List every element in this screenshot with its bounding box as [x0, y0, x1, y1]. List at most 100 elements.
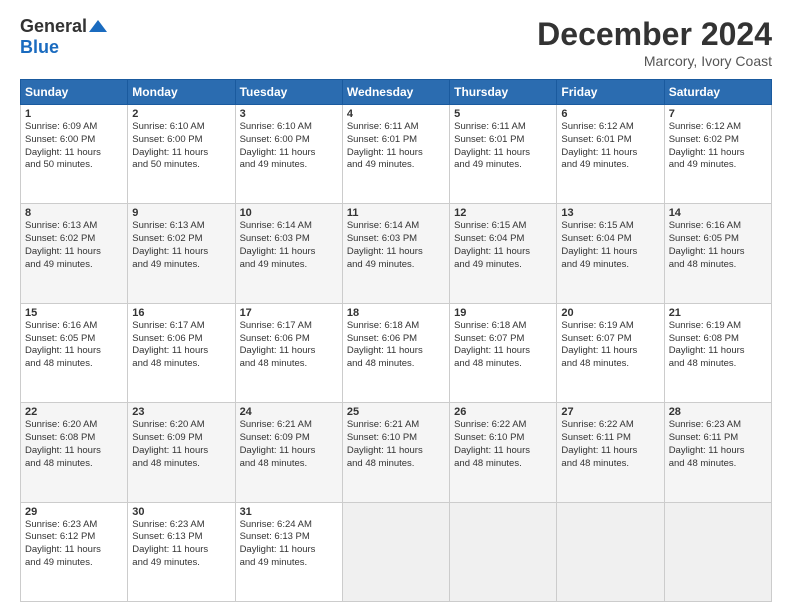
logo-icon — [89, 20, 107, 32]
cell-line: Sunset: 6:05 PM — [25, 333, 123, 346]
cell-line: and 48 minutes. — [454, 458, 552, 471]
logo: General Blue — [20, 16, 107, 58]
cell-line: Sunset: 6:09 PM — [240, 432, 338, 445]
cell-info: Sunrise: 6:15 AMSunset: 6:04 PMDaylight:… — [454, 220, 552, 271]
cell-line: Sunrise: 6:13 AM — [132, 220, 230, 233]
cell-line: Sunset: 6:04 PM — [454, 233, 552, 246]
cell-line: Sunrise: 6:12 AM — [669, 121, 767, 134]
cell-info: Sunrise: 6:16 AMSunset: 6:05 PMDaylight:… — [25, 320, 123, 371]
cell-line: and 49 minutes. — [240, 557, 338, 570]
cell-line: and 49 minutes. — [561, 259, 659, 272]
calendar-cell: 15Sunrise: 6:16 AMSunset: 6:05 PMDayligh… — [21, 303, 128, 402]
cell-info: Sunrise: 6:23 AMSunset: 6:12 PMDaylight:… — [25, 519, 123, 570]
cell-line: Sunset: 6:01 PM — [561, 134, 659, 147]
day-number: 27 — [561, 406, 659, 418]
day-number: 10 — [240, 207, 338, 219]
cell-info: Sunrise: 6:22 AMSunset: 6:10 PMDaylight:… — [454, 419, 552, 470]
cell-line: and 49 minutes. — [25, 259, 123, 272]
cell-line: Daylight: 11 hours — [240, 246, 338, 259]
calendar-week-row: 22Sunrise: 6:20 AMSunset: 6:08 PMDayligh… — [21, 403, 772, 502]
cell-line: Sunrise: 6:13 AM — [25, 220, 123, 233]
calendar-cell: 14Sunrise: 6:16 AMSunset: 6:05 PMDayligh… — [664, 204, 771, 303]
cell-info: Sunrise: 6:19 AMSunset: 6:07 PMDaylight:… — [561, 320, 659, 371]
cell-line: and 48 minutes. — [347, 358, 445, 371]
logo-blue-text: Blue — [20, 37, 59, 57]
calendar-cell: 29Sunrise: 6:23 AMSunset: 6:12 PMDayligh… — [21, 502, 128, 601]
day-number: 30 — [132, 506, 230, 518]
day-number: 25 — [347, 406, 445, 418]
day-number: 20 — [561, 307, 659, 319]
day-number: 16 — [132, 307, 230, 319]
cell-line: Sunrise: 6:23 AM — [669, 419, 767, 432]
cell-line: Sunset: 6:04 PM — [561, 233, 659, 246]
cell-info: Sunrise: 6:23 AMSunset: 6:13 PMDaylight:… — [132, 519, 230, 570]
cell-line: Daylight: 11 hours — [132, 445, 230, 458]
calendar-day-header: Monday — [128, 80, 235, 105]
title-block: December 2024 Marcory, Ivory Coast — [537, 16, 772, 69]
cell-line: Daylight: 11 hours — [561, 345, 659, 358]
cell-line: Sunset: 6:13 PM — [240, 531, 338, 544]
calendar-cell: 28Sunrise: 6:23 AMSunset: 6:11 PMDayligh… — [664, 403, 771, 502]
calendar-day-header: Wednesday — [342, 80, 449, 105]
cell-info: Sunrise: 6:10 AMSunset: 6:00 PMDaylight:… — [240, 121, 338, 172]
calendar-cell — [450, 502, 557, 601]
day-number: 8 — [25, 207, 123, 219]
calendar-cell — [342, 502, 449, 601]
cell-line: and 48 minutes. — [25, 358, 123, 371]
calendar-cell: 17Sunrise: 6:17 AMSunset: 6:06 PMDayligh… — [235, 303, 342, 402]
cell-line: and 48 minutes. — [25, 458, 123, 471]
calendar-cell: 23Sunrise: 6:20 AMSunset: 6:09 PMDayligh… — [128, 403, 235, 502]
cell-line: Sunset: 6:11 PM — [669, 432, 767, 445]
cell-line: Sunrise: 6:09 AM — [25, 121, 123, 134]
cell-line: Sunrise: 6:14 AM — [347, 220, 445, 233]
cell-line: Sunset: 6:07 PM — [454, 333, 552, 346]
cell-line: and 48 minutes. — [561, 458, 659, 471]
cell-line: and 49 minutes. — [240, 159, 338, 172]
calendar-cell: 4Sunrise: 6:11 AMSunset: 6:01 PMDaylight… — [342, 105, 449, 204]
cell-line: Sunrise: 6:21 AM — [347, 419, 445, 432]
cell-line: and 50 minutes. — [132, 159, 230, 172]
cell-line: Daylight: 11 hours — [240, 345, 338, 358]
cell-info: Sunrise: 6:20 AMSunset: 6:08 PMDaylight:… — [25, 419, 123, 470]
cell-line: Daylight: 11 hours — [561, 246, 659, 259]
calendar-cell — [664, 502, 771, 601]
calendar-cell: 16Sunrise: 6:17 AMSunset: 6:06 PMDayligh… — [128, 303, 235, 402]
cell-line: Daylight: 11 hours — [669, 345, 767, 358]
day-number: 24 — [240, 406, 338, 418]
calendar-cell: 19Sunrise: 6:18 AMSunset: 6:07 PMDayligh… — [450, 303, 557, 402]
cell-line: Sunrise: 6:19 AM — [669, 320, 767, 333]
cell-line: and 49 minutes. — [347, 259, 445, 272]
cell-info: Sunrise: 6:11 AMSunset: 6:01 PMDaylight:… — [454, 121, 552, 172]
calendar-cell: 1Sunrise: 6:09 AMSunset: 6:00 PMDaylight… — [21, 105, 128, 204]
cell-line: Sunrise: 6:16 AM — [25, 320, 123, 333]
calendar-cell: 5Sunrise: 6:11 AMSunset: 6:01 PMDaylight… — [450, 105, 557, 204]
cell-line: Daylight: 11 hours — [454, 147, 552, 160]
cell-info: Sunrise: 6:12 AMSunset: 6:02 PMDaylight:… — [669, 121, 767, 172]
cell-line: Daylight: 11 hours — [25, 345, 123, 358]
cell-line: Sunset: 6:00 PM — [25, 134, 123, 147]
cell-line: and 49 minutes. — [132, 557, 230, 570]
cell-line: Sunset: 6:08 PM — [25, 432, 123, 445]
cell-line: and 48 minutes. — [132, 458, 230, 471]
cell-line: Daylight: 11 hours — [132, 544, 230, 557]
cell-line: and 49 minutes. — [132, 259, 230, 272]
calendar-cell: 27Sunrise: 6:22 AMSunset: 6:11 PMDayligh… — [557, 403, 664, 502]
cell-line: Sunset: 6:00 PM — [132, 134, 230, 147]
calendar-week-row: 15Sunrise: 6:16 AMSunset: 6:05 PMDayligh… — [21, 303, 772, 402]
calendar-cell: 12Sunrise: 6:15 AMSunset: 6:04 PMDayligh… — [450, 204, 557, 303]
cell-line: Daylight: 11 hours — [132, 345, 230, 358]
month-title: December 2024 — [537, 16, 772, 53]
calendar-cell: 8Sunrise: 6:13 AMSunset: 6:02 PMDaylight… — [21, 204, 128, 303]
cell-line: and 48 minutes. — [454, 358, 552, 371]
cell-line: Sunset: 6:05 PM — [669, 233, 767, 246]
cell-info: Sunrise: 6:18 AMSunset: 6:06 PMDaylight:… — [347, 320, 445, 371]
calendar-cell: 2Sunrise: 6:10 AMSunset: 6:00 PMDaylight… — [128, 105, 235, 204]
cell-line: Daylight: 11 hours — [347, 445, 445, 458]
cell-line: Sunrise: 6:21 AM — [240, 419, 338, 432]
cell-line: Sunset: 6:09 PM — [132, 432, 230, 445]
cell-line: Daylight: 11 hours — [347, 147, 445, 160]
day-number: 21 — [669, 307, 767, 319]
cell-line: and 49 minutes. — [454, 159, 552, 172]
cell-info: Sunrise: 6:14 AMSunset: 6:03 PMDaylight:… — [347, 220, 445, 271]
cell-line: Sunrise: 6:20 AM — [25, 419, 123, 432]
